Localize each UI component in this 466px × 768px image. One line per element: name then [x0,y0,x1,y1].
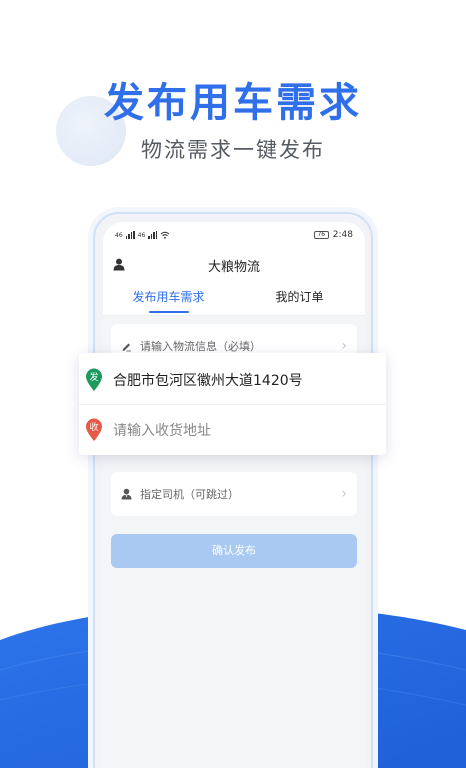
tab-my-orders[interactable]: 我的订单 [234,282,365,315]
wifi-icon [160,231,170,239]
chevron-right-icon: › [341,338,347,354]
address-card: 发 合肥市包河区徽州大道1420号 收 请输入收货地址 [79,353,386,455]
app-bar: 大粮物流 [103,248,365,282]
logistics-info-placeholder: 请输入物流信息（必填） [140,340,261,353]
promo-headline: 发布用车需求 [104,80,362,126]
origin-address-row[interactable]: 发 合肥市包河区徽州大道1420号 [79,355,386,405]
driver-placeholder: 指定司机（可跳过） [140,488,239,501]
status-bar: 46 46 76 2:48 [103,222,365,248]
destination-pin-icon: 收 [85,418,103,442]
signal-icon [125,231,135,239]
destination-address-row[interactable]: 收 请输入收货地址 [79,405,386,455]
status-time: 2:48 [332,230,353,240]
confirm-publish-button[interactable]: 确认发布 [111,534,357,568]
tab-bar: 发布用车需求 我的订单 [103,282,365,316]
user-icon[interactable] [113,258,125,271]
origin-address-value: 合肥市包河区徽州大道1420号 [113,373,303,389]
origin-badge: 发 [89,373,99,383]
battery-icon: 76 [313,231,329,239]
destination-badge: 收 [89,423,99,433]
network-label-1: 46 [115,231,123,239]
signal-icon-2 [148,231,158,239]
promo-subline: 物流需求一键发布 [141,138,325,162]
destination-address-placeholder: 请输入收货地址 [113,423,211,439]
chevron-right-icon: › [341,486,347,502]
app-title: 大粮物流 [207,259,260,275]
tab-publish-demand[interactable]: 发布用车需求 [103,282,234,315]
network-label-2: 46 [137,231,146,239]
driver-icon [121,488,132,500]
phone-mockup: 46 46 76 2:48 大粮物流 发布用车需求 我的订单 请输入物流信息（必… [93,212,373,768]
origin-pin-icon: 发 [85,368,103,392]
edit-icon [122,343,131,351]
driver-field[interactable]: 指定司机（可跳过） › [111,472,357,516]
phone-screen: 46 46 76 2:48 大粮物流 发布用车需求 我的订单 请输入物流信息（必… [103,222,365,768]
